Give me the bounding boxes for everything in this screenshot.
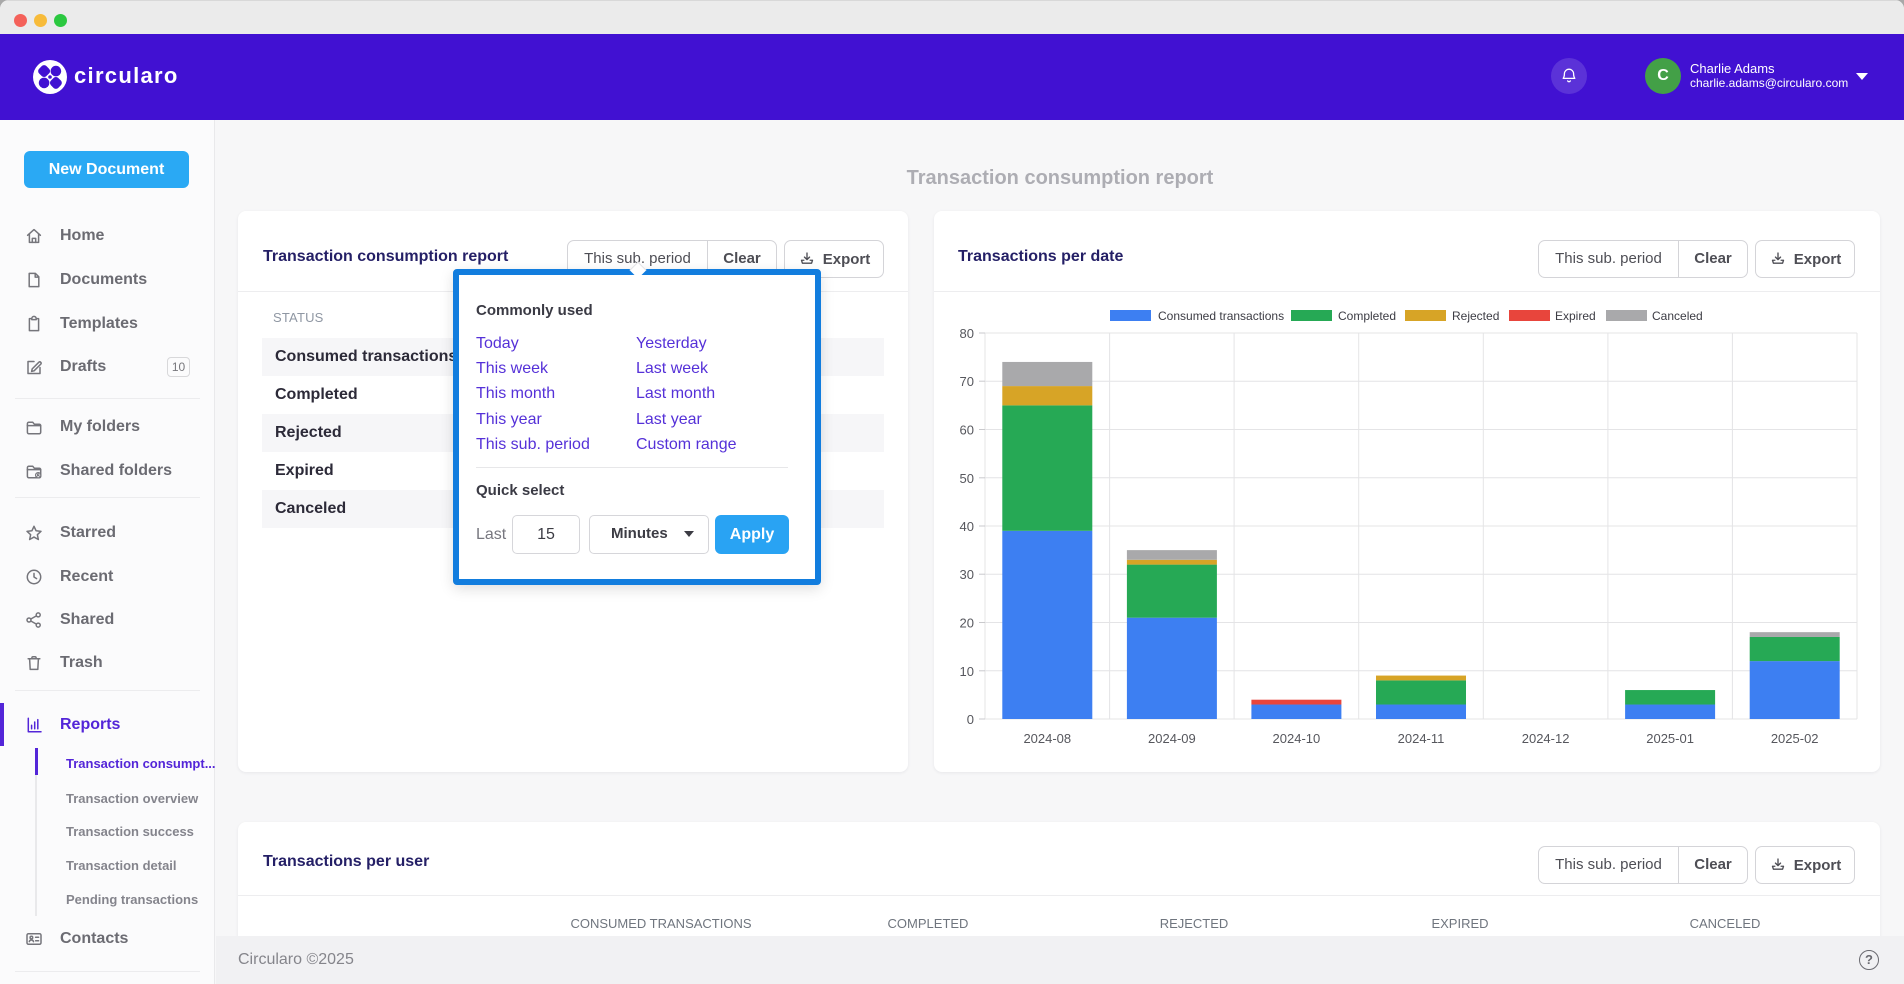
svg-text:2024-08: 2024-08 <box>1023 731 1071 746</box>
svg-text:2025-02: 2025-02 <box>1771 731 1819 746</box>
svg-text:30: 30 <box>960 567 974 582</box>
svg-text:20: 20 <box>960 616 974 631</box>
svg-text:50: 50 <box>960 471 974 486</box>
svg-text:2024-12: 2024-12 <box>1522 731 1570 746</box>
svg-text:80: 80 <box>960 326 974 341</box>
svg-text:2024-10: 2024-10 <box>1273 731 1321 746</box>
svg-text:60: 60 <box>960 423 974 438</box>
svg-text:0: 0 <box>967 712 974 727</box>
svg-text:70: 70 <box>960 374 974 389</box>
svg-text:40: 40 <box>960 519 974 534</box>
svg-text:2024-11: 2024-11 <box>1398 731 1445 746</box>
svg-text:2025-01: 2025-01 <box>1646 731 1694 746</box>
svg-text:10: 10 <box>960 664 974 679</box>
svg-text:2024-09: 2024-09 <box>1148 731 1196 746</box>
